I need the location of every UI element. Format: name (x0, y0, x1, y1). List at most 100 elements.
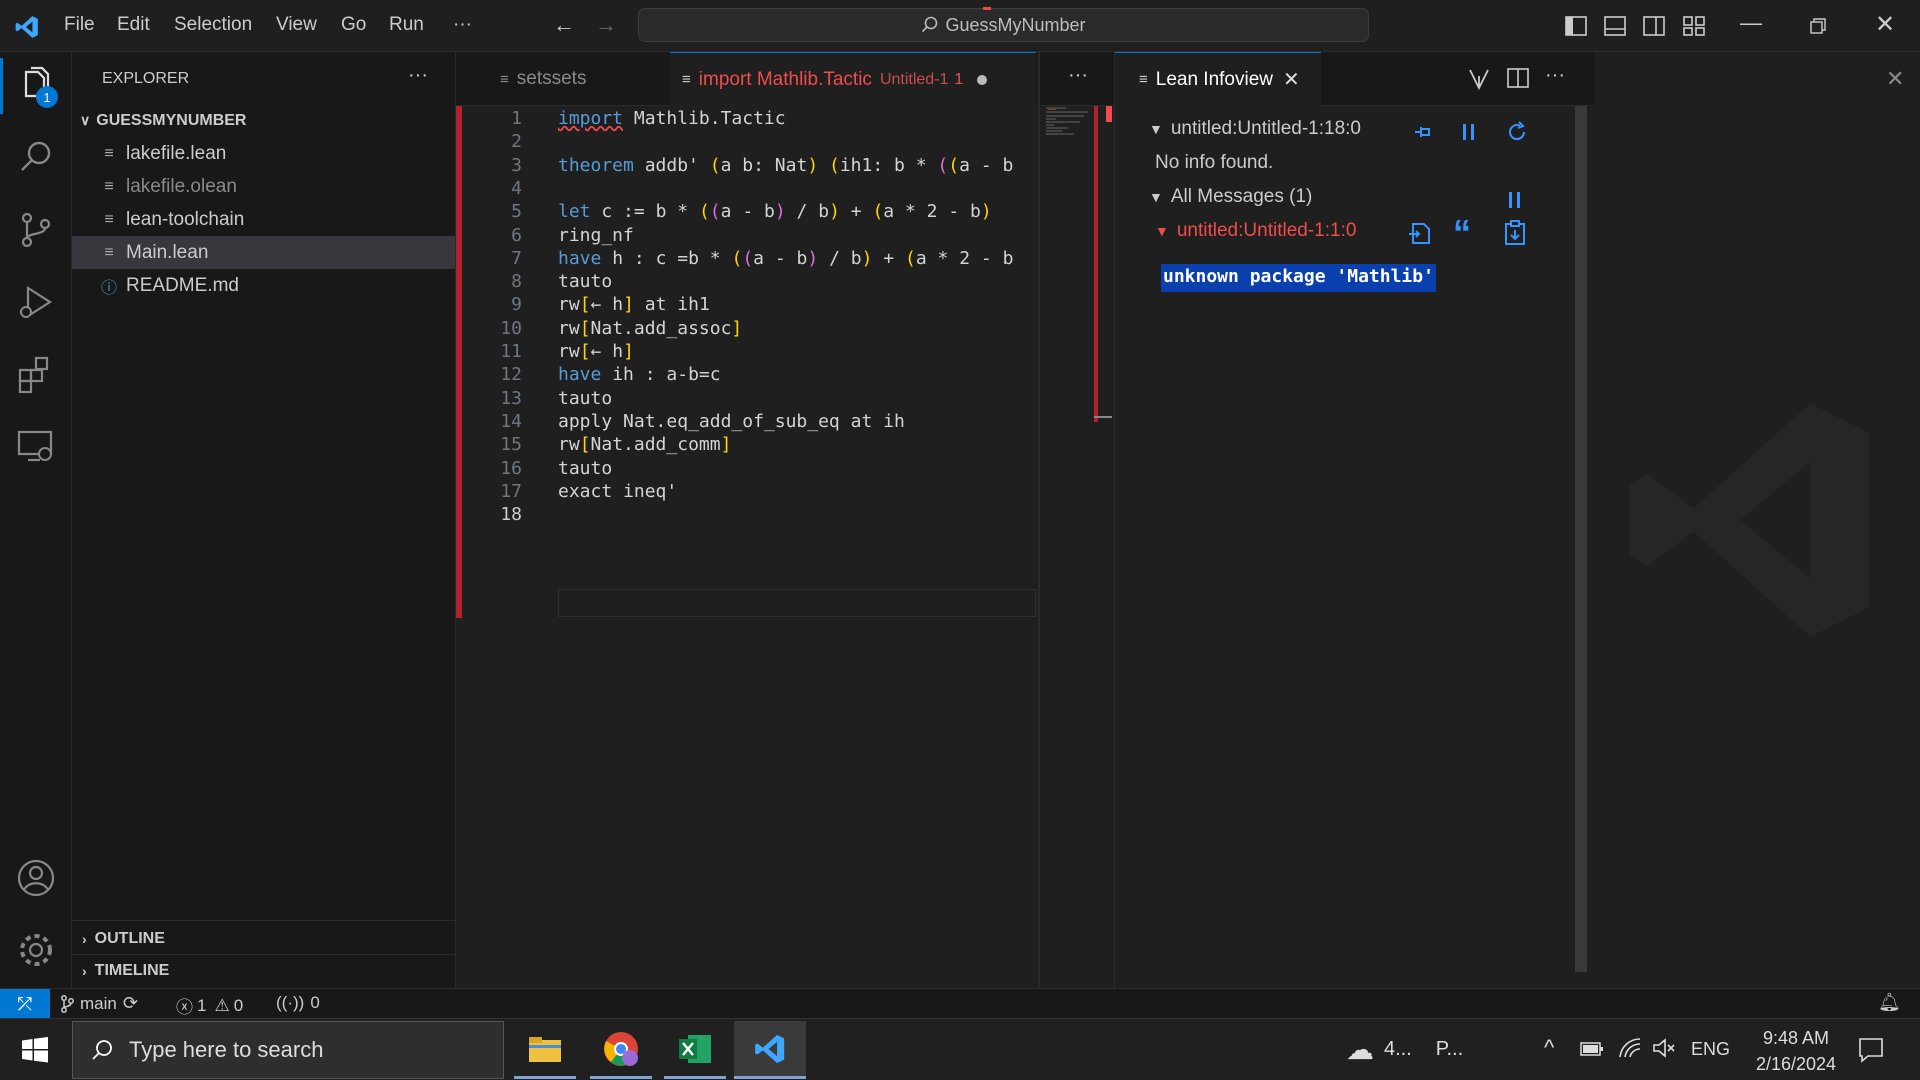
split-editor-icon[interactable] (1507, 68, 1529, 88)
ports-status[interactable]: ((·)) 0 (276, 993, 320, 1013)
language-indicator[interactable]: ENG (1691, 1039, 1730, 1060)
line-text: rw[← h] (558, 341, 634, 362)
refresh-icon[interactable] (1505, 120, 1529, 144)
infoview-scrollbar[interactable] (1575, 106, 1587, 972)
search-icon[interactable] (14, 136, 58, 180)
outline-section[interactable]: › OUTLINE (72, 922, 455, 955)
minimize-icon[interactable]: — (1740, 10, 1762, 36)
file-lines-icon: ≡ (104, 144, 114, 162)
network-icon[interactable] (1618, 1037, 1642, 1059)
menu-view[interactable]: View (276, 14, 317, 36)
sidebar-more-button[interactable]: ··· (408, 64, 428, 87)
editor-more-button[interactable]: ··· (1068, 64, 1088, 87)
source-control-icon[interactable] (14, 208, 58, 252)
error-count: 1 (197, 995, 207, 1015)
pause-messages-icon[interactable] (1505, 190, 1525, 210)
notification-center-icon[interactable] (1858, 1037, 1884, 1063)
file-lakefile-lean[interactable]: ≡ lakefile.lean (72, 137, 455, 170)
customize-layout-icon[interactable] (1683, 16, 1705, 36)
branch-status[interactable]: main ⟳ (60, 993, 138, 1014)
reveal-file-icon[interactable] (1407, 220, 1433, 246)
command-center-search[interactable]: GuessMyNumber (638, 7, 1369, 42)
sync-icon[interactable]: ⟳ (123, 993, 138, 1014)
triangle-down-icon: ▼ (1149, 189, 1163, 205)
weather-widget[interactable]: ☁︎ 4... P... (1346, 1033, 1463, 1066)
tab-sublabel: Untitled-1 (879, 70, 949, 88)
menu-file[interactable]: File (64, 14, 95, 36)
close-window-icon[interactable]: ✕ (1875, 10, 1895, 39)
unsaved-dot-icon[interactable] (977, 74, 988, 85)
taskbar-search[interactable]: Type here to search (72, 1021, 504, 1079)
triangle-down-icon: ▼ (1149, 121, 1163, 137)
menu-edit[interactable]: Edit (117, 14, 150, 36)
forward-arrow-icon[interactable]: → (595, 12, 617, 38)
line-number: 9 (511, 294, 522, 316)
search-icon (91, 1039, 113, 1061)
line-text: tauto (558, 271, 613, 293)
extensions-icon[interactable] (14, 352, 58, 396)
toggle-primary-sidebar-icon[interactable] (1565, 16, 1587, 36)
file-readme-md[interactable]: ⓘ README.md (72, 269, 455, 302)
vscode-taskbar-icon[interactable] (734, 1021, 806, 1079)
menu-selection[interactable]: Selection (174, 14, 252, 36)
all-messages-label: All Messages (1) (1170, 186, 1313, 207)
folder-guessmynumber[interactable]: ∨ GUESSMYNUMBER (72, 104, 455, 137)
problems-status[interactable]: ⓧ 1 ⚠ 0 (176, 993, 243, 1018)
explorer-icon[interactable]: 1 (14, 64, 58, 108)
pin-icon[interactable] (1411, 120, 1435, 144)
file-label: lean-toolchain (126, 208, 245, 230)
goal-location-row[interactable]: ▼ untitled:Untitled-1:18:0 (1149, 118, 1361, 140)
chevron-up-icon[interactable]: ^ (1544, 1035, 1554, 1061)
tab-untitled-1[interactable]: ≡ import Mathlib.Tactic Untitled-1 1 (670, 52, 1036, 106)
all-messages-row[interactable]: ▼ All Messages (1) (1149, 186, 1312, 208)
back-arrow-icon[interactable]: ← (553, 12, 575, 38)
timeline-label: TIMELINE (94, 961, 170, 979)
clock[interactable]: 9:48 AM 2/16/2024 (1742, 1025, 1850, 1077)
info-icon: ⓘ (100, 279, 117, 297)
remote-explorer-icon[interactable] (14, 424, 58, 468)
file-lean-toolchain[interactable]: ≡ lean-toolchain (72, 203, 455, 236)
line-text: apply Nat.eq_add_of_sub_eq at ih (558, 410, 905, 432)
windows-start-icon[interactable] (22, 1037, 48, 1063)
menu-more[interactable]: ··· (453, 14, 472, 36)
file-lines-icon: ≡ (500, 70, 509, 88)
file-main-lean[interactable]: ≡ Main.lean (72, 236, 455, 269)
file-lakefile-olean[interactable]: ≡ lakefile.olean (72, 170, 455, 203)
sidebar-title: EXPLORER (102, 70, 190, 87)
line-number: 11 (500, 341, 522, 362)
message-location-row[interactable]: ▼ untitled:Untitled-1:1:0 (1155, 220, 1356, 242)
menu-go[interactable]: Go (341, 14, 366, 36)
run-debug-icon[interactable] (14, 280, 58, 324)
warning-count: 0 (233, 995, 244, 1015)
filter-icon[interactable] (1467, 66, 1491, 90)
quote-icon[interactable]: “ (1453, 212, 1471, 254)
scrollbar-thumb[interactable] (1094, 416, 1112, 418)
close-tab-icon[interactable]: ✕ (1283, 67, 1300, 92)
volume-muted-icon[interactable] (1652, 1037, 1676, 1059)
tab-setssets[interactable]: ≡ setssets (500, 52, 656, 106)
line-text: ring_nf (558, 224, 634, 246)
copy-to-comment-icon[interactable] (1503, 220, 1527, 246)
remote-indicator-icon[interactable]: ⤱ (0, 989, 50, 1019)
activity-bar: 1 (0, 52, 72, 988)
pause-icon[interactable] (1459, 122, 1479, 142)
chrome-taskbar-icon[interactable] (590, 1021, 652, 1079)
excel-taskbar-icon[interactable] (664, 1021, 726, 1079)
menu-run[interactable]: Run (389, 14, 424, 36)
line-number: 7 (511, 247, 522, 269)
battery-icon[interactable] (1580, 1041, 1604, 1057)
code-line[interactable]: 18 (456, 504, 1096, 532)
message-location: untitled:Untitled-1:1:0 (1176, 220, 1357, 241)
accounts-icon[interactable] (14, 856, 58, 900)
restore-icon[interactable] (1810, 18, 1826, 34)
toggle-panel-icon[interactable] (1604, 16, 1626, 36)
tab-lean-infoview[interactable]: ≡ Lean Infoview ✕ (1115, 52, 1321, 106)
settings-gear-icon[interactable] (14, 928, 58, 972)
notifications-bell-icon[interactable]: 🔔︎ (1878, 992, 1901, 1013)
file-explorer-taskbar-icon[interactable] (514, 1021, 576, 1079)
line-text: tauto (558, 457, 613, 479)
timeline-section[interactable]: › TIMELINE (72, 954, 455, 987)
close-group-icon[interactable]: ✕ (1886, 66, 1904, 92)
infoview-more-button[interactable]: ··· (1545, 64, 1565, 87)
toggle-secondary-sidebar-icon[interactable] (1643, 16, 1665, 36)
